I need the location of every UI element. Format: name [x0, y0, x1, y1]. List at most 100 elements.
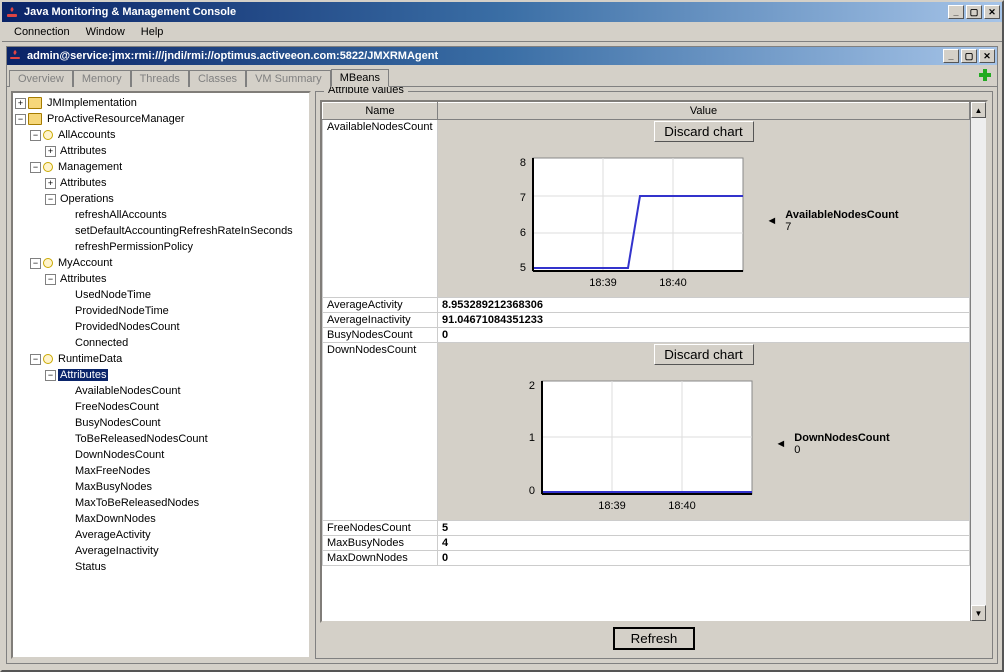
table-row: AverageActivity8.953289212368306 — [323, 298, 970, 313]
chart-pointer-icon: ◄ — [766, 215, 777, 227]
expand-icon[interactable]: + — [45, 146, 56, 157]
tree-free-nodes[interactable]: FreeNodesCount — [73, 401, 161, 413]
svg-text:5: 5 — [520, 262, 526, 274]
tree-myaccount[interactable]: MyAccount — [56, 257, 114, 269]
svg-text:18:40: 18:40 — [669, 500, 697, 512]
bean-icon — [43, 258, 53, 268]
table-row: DownNodesCount Discard chart 2 — [323, 343, 970, 521]
tree-maxdown[interactable]: MaxDownNodes — [73, 513, 158, 525]
tree-busy-nodes[interactable]: BusyNodesCount — [73, 417, 163, 429]
mbean-tree[interactable]: +JMImplementation −ProActiveResourceMana… — [11, 91, 311, 659]
sub-maximize-button[interactable]: ▢ — [961, 49, 977, 63]
menu-help[interactable]: Help — [133, 24, 172, 40]
menu-window[interactable]: Window — [78, 24, 133, 40]
menu-connection[interactable]: Connection — [6, 24, 78, 40]
tree-op-set-default[interactable]: setDefaultAccountingRefreshRateInSeconds — [73, 225, 295, 237]
tree-operations[interactable]: Operations — [58, 193, 116, 205]
tab-threads[interactable]: Threads — [131, 70, 189, 87]
tree-tobereleased[interactable]: ToBeReleasedNodesCount — [73, 433, 210, 445]
tree-allaccounts[interactable]: AllAccounts — [56, 129, 117, 141]
tab-mbeans[interactable]: MBeans — [331, 69, 389, 87]
chart-pointer-icon: ◄ — [775, 438, 786, 450]
tree-status[interactable]: Status — [73, 561, 108, 573]
available-nodes-chart[interactable]: 8 7 6 5 — [508, 146, 758, 296]
tree-op-refresh-accounts[interactable]: refreshAllAccounts — [73, 209, 169, 221]
tree-usednodetime[interactable]: UsedNodeTime — [73, 289, 153, 301]
sub-titlebar[interactable]: admin@service:jmx:rmi:///jndi/rmi://opti… — [7, 47, 997, 65]
menubar: Connection Window Help — [2, 22, 1002, 42]
scroll-down-icon[interactable]: ▼ — [971, 605, 986, 621]
bean-icon — [43, 354, 53, 364]
tab-bar: Overview Memory Threads Classes VM Summa… — [7, 65, 997, 87]
tree-attributes-1[interactable]: Attributes — [58, 145, 108, 157]
table-row: BusyNodesCount0 — [323, 328, 970, 343]
minimize-button[interactable]: _ — [948, 5, 964, 19]
tree-attributes-selected[interactable]: Attributes — [58, 369, 108, 381]
table-row: MaxBusyNodes4 — [323, 536, 970, 551]
col-value[interactable]: Value — [438, 103, 970, 120]
svg-text:6: 6 — [520, 227, 526, 239]
svg-text:2: 2 — [529, 380, 535, 392]
svg-text:1: 1 — [529, 432, 535, 444]
tree-op-refresh-perm[interactable]: refreshPermissionPolicy — [73, 241, 195, 253]
bean-icon — [43, 130, 53, 140]
window-title: Java Monitoring & Management Console — [24, 6, 236, 18]
tab-classes[interactable]: Classes — [189, 70, 246, 87]
expand-icon[interactable]: + — [45, 178, 56, 189]
tab-memory[interactable]: Memory — [73, 70, 131, 87]
collapse-icon[interactable]: − — [30, 258, 41, 269]
collapse-icon[interactable]: − — [30, 162, 41, 173]
tree-providednodescount[interactable]: ProvidedNodesCount — [73, 321, 182, 333]
table-row: MaxDownNodes0 — [323, 551, 970, 566]
tab-vmsummary[interactable]: VM Summary — [246, 70, 331, 87]
down-nodes-chart[interactable]: 2 1 0 — [517, 369, 767, 519]
folder-icon — [28, 113, 42, 125]
sub-close-button[interactable]: ✕ — [979, 49, 995, 63]
table-row: AverageInactivity91.04671084351233 — [323, 313, 970, 328]
folder-icon — [28, 97, 42, 109]
tree-avail-nodes[interactable]: AvailableNodesCount — [73, 385, 183, 397]
collapse-icon[interactable]: − — [30, 354, 41, 365]
tree-runtimedata[interactable]: RuntimeData — [56, 353, 124, 365]
tree-management[interactable]: Management — [56, 161, 124, 173]
tree-maxtobereleased[interactable]: MaxToBeReleasedNodes — [73, 497, 201, 509]
scroll-up-icon[interactable]: ▲ — [971, 102, 986, 118]
tree-attributes-3[interactable]: Attributes — [58, 273, 108, 285]
java-icon — [9, 49, 23, 63]
collapse-icon[interactable]: − — [45, 274, 56, 285]
tree-avgactivity[interactable]: AverageActivity — [73, 529, 153, 541]
collapse-icon[interactable]: − — [45, 370, 56, 381]
tree-jmimpl[interactable]: JMImplementation — [45, 97, 139, 109]
sub-minimize-button[interactable]: _ — [943, 49, 959, 63]
tree-connected[interactable]: Connected — [73, 337, 130, 349]
tree-maxbusy[interactable]: MaxBusyNodes — [73, 481, 154, 493]
tree-attributes-2[interactable]: Attributes — [58, 177, 108, 189]
col-name[interactable]: Name — [323, 103, 438, 120]
collapse-icon[interactable]: − — [30, 130, 41, 141]
refresh-button[interactable]: Refresh — [613, 627, 696, 650]
maximize-button[interactable]: ▢ — [966, 5, 982, 19]
collapse-icon[interactable]: − — [45, 194, 56, 205]
discard-chart-button[interactable]: Discard chart — [654, 121, 754, 142]
tree-avginactivity[interactable]: AverageInactivity — [73, 545, 161, 557]
collapse-icon[interactable]: − — [15, 114, 26, 125]
tree-maxfree[interactable]: MaxFreeNodes — [73, 465, 152, 477]
attribute-values-panel: Attribute values Name Value — [315, 91, 993, 659]
expand-icon[interactable]: + — [15, 98, 26, 109]
connect-icon[interactable] — [977, 67, 993, 83]
vertical-scrollbar[interactable]: ▲ ▼ — [970, 102, 986, 621]
discard-chart-button[interactable]: Discard chart — [654, 344, 754, 365]
tab-overview[interactable]: Overview — [9, 70, 73, 87]
svg-text:18:39: 18:39 — [590, 277, 618, 289]
cell-name[interactable]: AvailableNodesCount — [323, 120, 438, 298]
svg-text:7: 7 — [520, 192, 526, 204]
tree-providednodetime[interactable]: ProvidedNodeTime — [73, 305, 171, 317]
table-row: AvailableNodesCount Discard chart 8 — [323, 120, 970, 298]
cell-chart: Discard chart 8 7 6 — [438, 120, 970, 298]
sub-title: admin@service:jmx:rmi:///jndi/rmi://opti… — [27, 50, 438, 62]
tree-proactive[interactable]: ProActiveResourceManager — [45, 113, 187, 125]
titlebar[interactable]: Java Monitoring & Management Console _ ▢… — [2, 2, 1002, 22]
close-button[interactable]: ✕ — [984, 5, 1000, 19]
cell-chart: Discard chart 2 1 0 — [438, 343, 970, 521]
tree-down-nodes[interactable]: DownNodesCount — [73, 449, 166, 461]
